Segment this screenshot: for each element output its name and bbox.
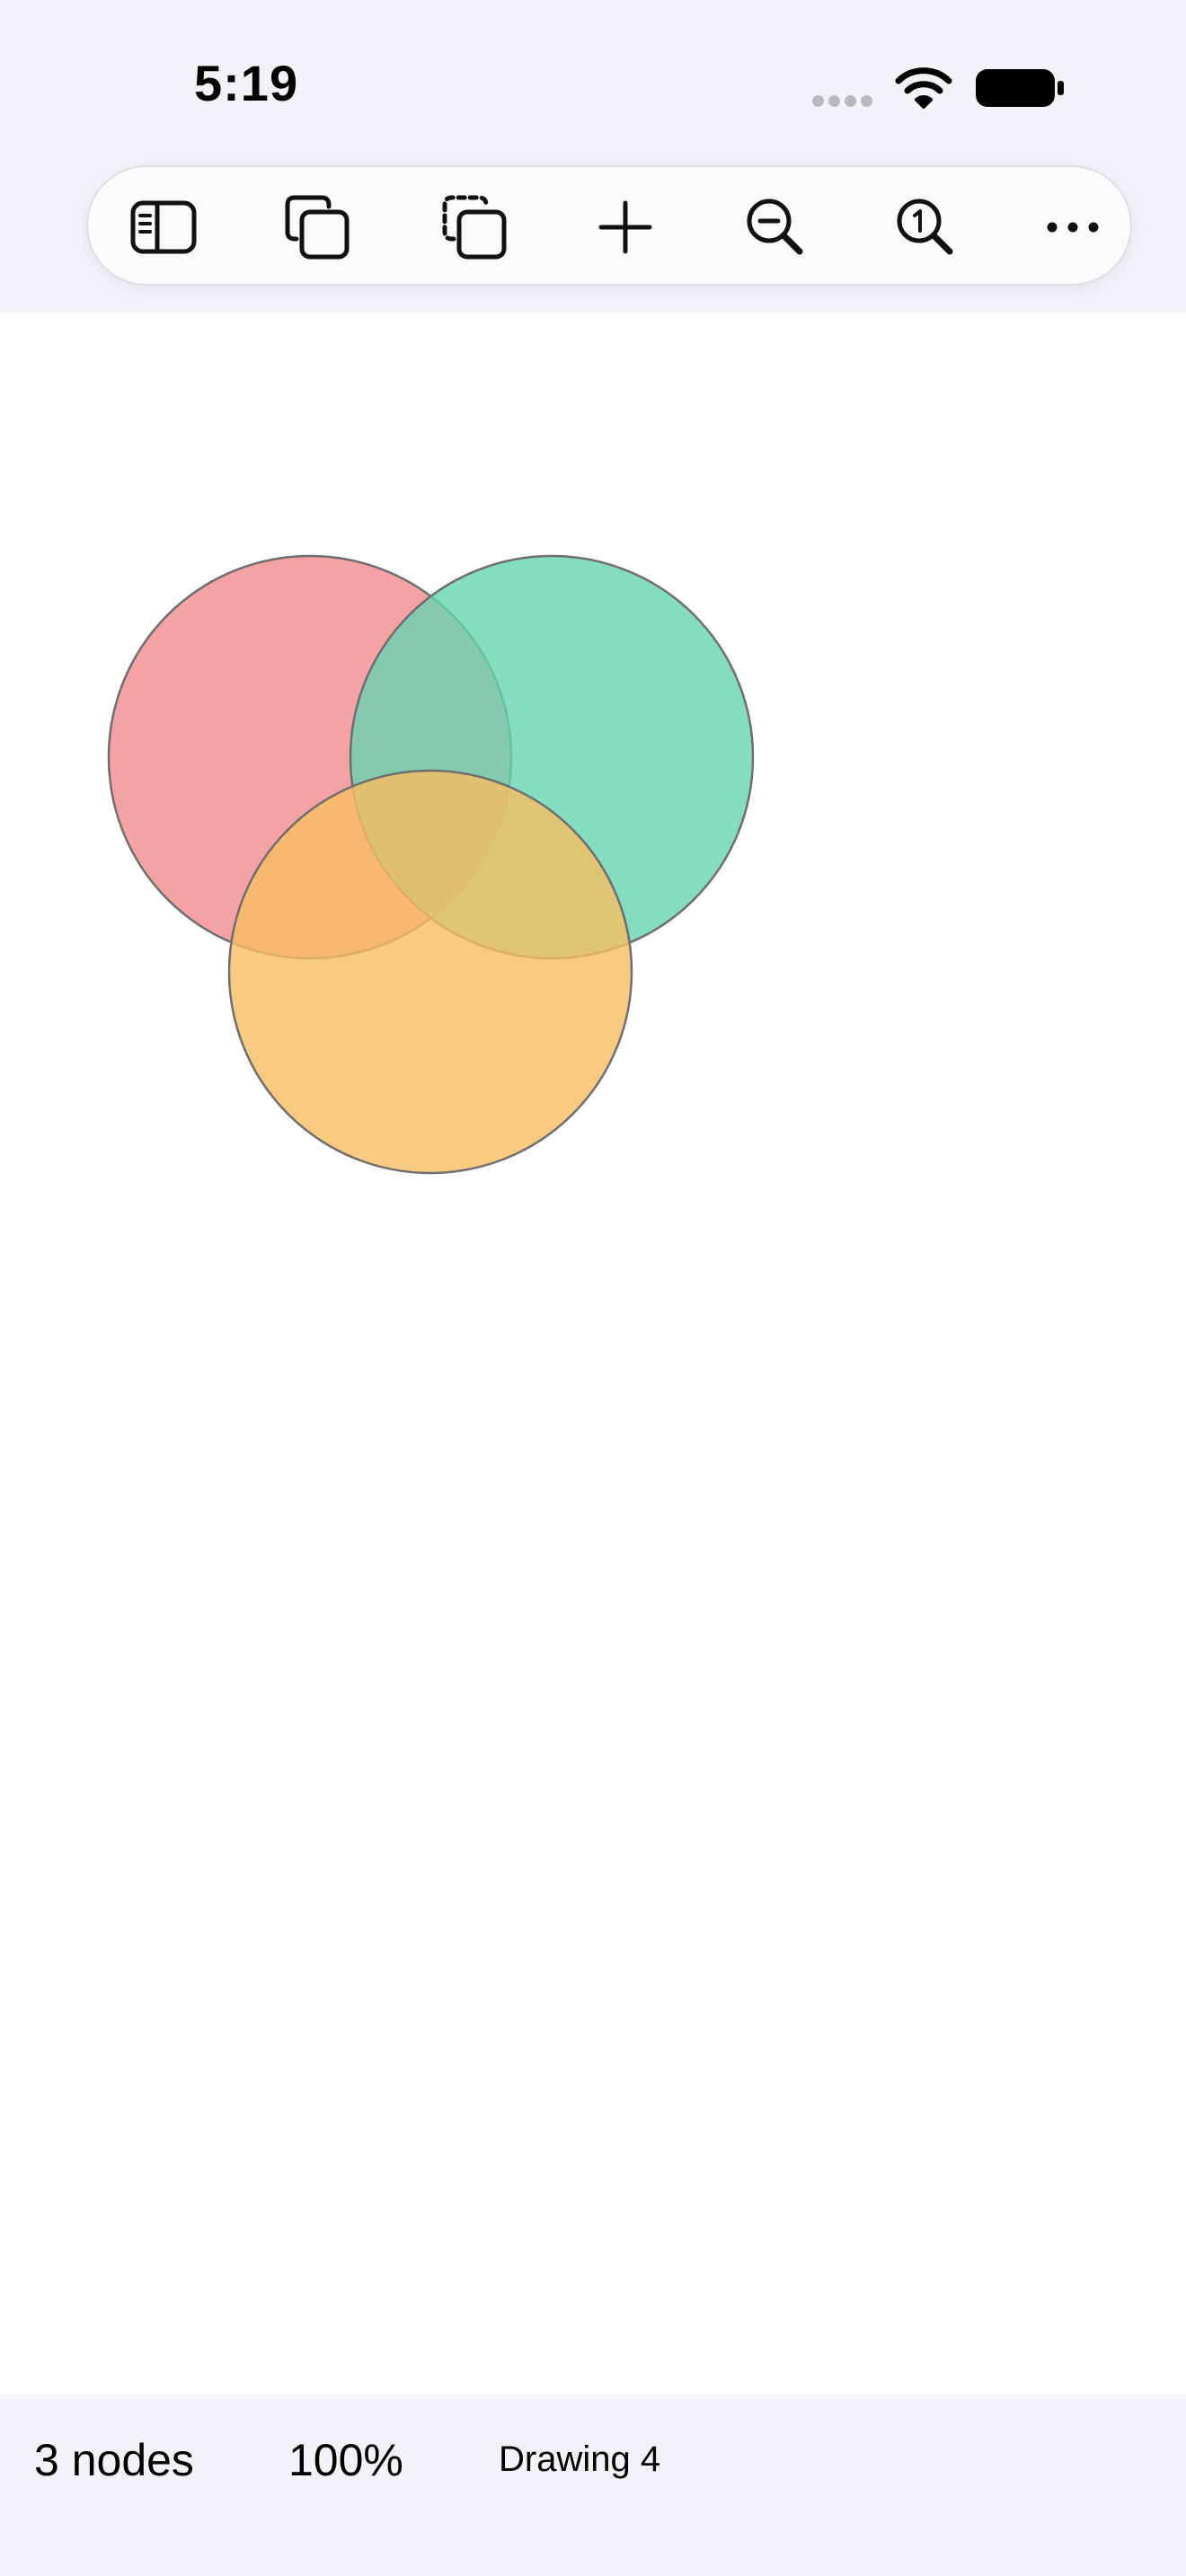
- top-chrome: 5:19: [0, 0, 1186, 313]
- paste-copy-button[interactable]: [437, 190, 512, 265]
- duplicate-icon: [285, 195, 350, 260]
- app: 5:19 3 nodes 100% Drawing 4: [0, 0, 1186, 2576]
- toolbar: [86, 165, 1132, 286]
- status-icons: [809, 61, 1069, 115]
- drawing-canvas[interactable]: [0, 313, 1186, 2395]
- document-name: Drawing 4: [499, 2439, 661, 2479]
- duplicate-button[interactable]: [279, 190, 355, 265]
- node-count: 3 nodes: [34, 2435, 194, 2485]
- orange-circle-node[interactable]: [227, 769, 633, 1175]
- wifi-icon: [895, 67, 952, 109]
- zoom-actual-size-button[interactable]: [888, 190, 963, 265]
- canvas-svg: [107, 554, 755, 1175]
- sidebar-button[interactable]: [126, 190, 201, 265]
- cellular-signal-icon: [812, 95, 877, 111]
- ellipsis-icon: [1047, 222, 1099, 233]
- paste-copy-icon: [442, 195, 507, 260]
- zoom-level[interactable]: 100%: [288, 2434, 403, 2486]
- battery-icon: [976, 69, 1064, 107]
- zoom-actual-size-icon: [897, 198, 953, 255]
- plus-icon: [598, 200, 652, 254]
- sidebar-icon: [130, 200, 197, 254]
- zoom-out-button[interactable]: [738, 190, 813, 265]
- more-button[interactable]: [1035, 190, 1111, 265]
- zoom-out-icon: [747, 198, 803, 255]
- add-button[interactable]: [588, 190, 663, 265]
- status-time: 5:19: [194, 55, 299, 111]
- bottom-status-bar: 3 nodes 100% Drawing 4: [0, 2395, 1186, 2576]
